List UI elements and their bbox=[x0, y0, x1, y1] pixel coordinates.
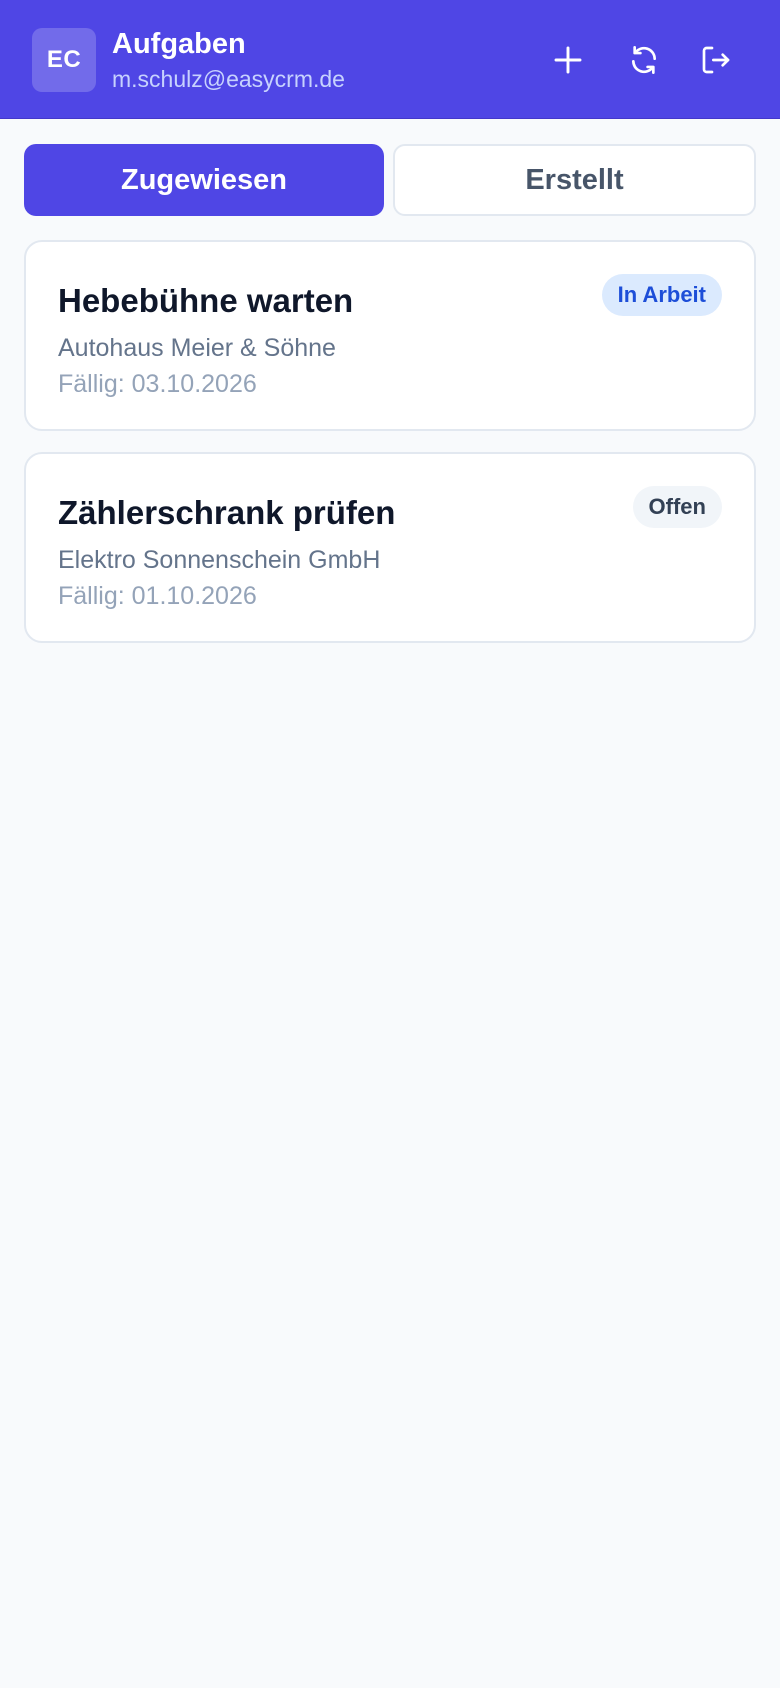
logout-button[interactable] bbox=[690, 34, 742, 86]
task-company: Autohaus Meier & Söhne bbox=[58, 334, 336, 362]
user-email: m.schulz@easycrm.de bbox=[112, 66, 345, 92]
status-badge: In Arbeit bbox=[601, 274, 722, 316]
tab-assigned[interactable]: Zugewiesen bbox=[24, 144, 384, 216]
task-title: Zählerschrank prüfen bbox=[58, 494, 396, 531]
refresh-button[interactable] bbox=[618, 34, 670, 86]
task-company: Elektro Sonnenschein GmbH bbox=[58, 546, 381, 574]
logout-icon bbox=[702, 46, 730, 74]
task-due-date: Fällig: 01.10.2026 bbox=[58, 582, 257, 610]
tab-created[interactable]: Erstellt bbox=[393, 144, 756, 216]
task-card[interactable]: Hebebühne warten Autohaus Meier & Söhne … bbox=[24, 240, 756, 431]
task-title: Hebebühne warten bbox=[58, 282, 354, 319]
add-task-button[interactable] bbox=[542, 34, 594, 86]
refresh-icon bbox=[632, 46, 656, 74]
app-header: EC Aufgaben m.schulz@easycrm.de bbox=[0, 0, 780, 119]
task-due-date: Fällig: 03.10.2026 bbox=[58, 370, 257, 398]
avatar: EC bbox=[32, 28, 96, 92]
page-title: Aufgaben bbox=[112, 28, 246, 60]
status-badge: Offen bbox=[632, 486, 722, 528]
task-card[interactable]: Zählerschrank prüfen Elektro Sonnenschei… bbox=[24, 452, 756, 643]
plus-icon bbox=[554, 46, 582, 74]
